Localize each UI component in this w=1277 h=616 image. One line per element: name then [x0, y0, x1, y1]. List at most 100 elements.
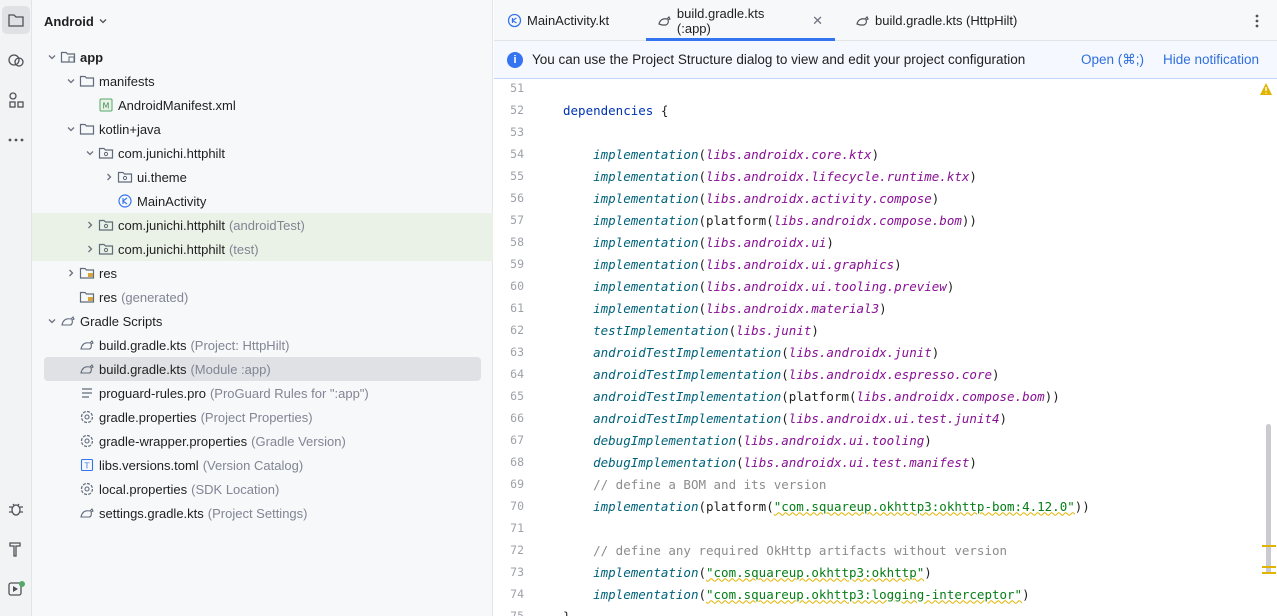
chevron-down-icon[interactable] — [63, 121, 79, 137]
code-token: androidTestImplementation — [593, 366, 782, 382]
code-token: )) — [961, 212, 977, 228]
chevron-right-icon[interactable] — [63, 265, 79, 281]
tree-item[interactable]: settings.gradle.kts (Project Settings) — [32, 501, 493, 525]
tree-item[interactable]: local.properties (SDK Location) — [32, 477, 493, 501]
gradle-icon — [658, 16, 671, 26]
more-options-icon[interactable] — [1247, 11, 1267, 31]
code-token: ) — [894, 256, 902, 272]
code-token: libs.androidx.compose.bom — [856, 388, 1045, 404]
code-line: 52 dependencies { — [494, 99, 1277, 121]
tab-build-gradle-project[interactable]: build.gradle.kts (HttpHilt) — [855, 0, 1017, 41]
warning-marker[interactable] — [1262, 545, 1276, 547]
code-token: ) — [811, 322, 819, 338]
line-number: 58 — [510, 235, 524, 249]
code-token: ( — [781, 344, 789, 360]
tree-item[interactable]: gradle-wrapper.properties (Gradle Version… — [32, 429, 493, 453]
code-line: 75} — [494, 605, 1277, 616]
hide-notification-link[interactable]: Hide notification — [1163, 52, 1259, 67]
tree-item[interactable]: kotlin+java — [32, 117, 493, 141]
code-line: 62 testImplementation(libs.junit) — [494, 319, 1277, 341]
tree-item[interactable]: build.gradle.kts (Project: HttpHilt) — [32, 333, 493, 357]
project-view-selector[interactable]: Android — [44, 11, 108, 31]
code-text: } — [563, 609, 571, 616]
code-token: implementation — [593, 278, 699, 294]
line-number: 66 — [510, 411, 524, 425]
tree-item[interactable]: com.junichi.httphilt — [32, 141, 493, 165]
warning-marker[interactable] — [1262, 566, 1276, 568]
code-token: implementation — [593, 168, 699, 184]
code-line: 65 androidTestImplementation(platform(li… — [494, 385, 1277, 407]
code-token: testImplementation — [593, 322, 729, 338]
code-text: implementation(libs.androidx.ui) — [563, 235, 834, 250]
chevron-down-icon[interactable] — [82, 145, 98, 161]
tree-item-hint: (Project Properties) — [200, 409, 313, 425]
structure-icon[interactable] — [2, 86, 30, 114]
code-token: ) — [826, 234, 834, 250]
warning-icon[interactable] — [1259, 82, 1273, 96]
code-token: ( — [698, 146, 706, 162]
open-project-structure-link[interactable]: Open (⌘;) — [1081, 52, 1144, 68]
tree-item[interactable]: ui.theme — [32, 165, 493, 189]
tab-mainactivity[interactable]: MainActivity.kt — [507, 0, 609, 41]
code-token: ) — [931, 344, 940, 360]
code-editor[interactable]: 51 52 dependencies {53 54 implementation(li… — [494, 79, 1277, 616]
code-line: 61 implementation(libs.androidx.material… — [494, 297, 1277, 319]
tree-item[interactable]: build.gradle.kts (Module :app) — [44, 357, 481, 381]
project-tree: app manifests M AndroidManifest.xml kotlin+j… — [32, 45, 493, 525]
code-text: implementation(platform("com.squareup.ok… — [563, 499, 1090, 514]
code-token: ) — [946, 278, 955, 294]
vertical-scrollbar[interactable] — [1266, 424, 1271, 574]
chevron-right-icon[interactable] — [101, 169, 117, 185]
code-token: libs.androidx.lifecycle.runtime.ktx — [706, 168, 970, 184]
chevron-down-icon[interactable] — [44, 313, 60, 329]
project-folder-icon[interactable] — [2, 6, 30, 34]
line-number: 57 — [510, 213, 524, 227]
tree-item[interactable]: Gradle Scripts — [32, 309, 493, 333]
tab-build-gradle-app[interactable]: build.gradle.kts (:app) ✕ — [646, 0, 835, 41]
tree-item[interactable]: com.junichi.httphilt (test) — [32, 237, 493, 261]
code-text: implementation("com.squareup.okhttp3:log… — [563, 587, 1030, 602]
more-tools-icon[interactable] — [2, 126, 30, 154]
chevron-right-icon[interactable] — [82, 241, 98, 257]
tree-item[interactable]: Tlibs.versions.toml (Version Catalog) — [32, 453, 493, 477]
tree-item[interactable]: com.junichi.httphilt (androidTest) — [32, 213, 493, 237]
code-token: libs.androidx.ui.tooling — [743, 432, 925, 448]
tree-item[interactable]: manifests — [32, 69, 493, 93]
code-line: 60 implementation(libs.androidx.ui.tooli… — [494, 275, 1277, 297]
run-icon[interactable] — [2, 575, 30, 603]
chevron-down-icon[interactable] — [44, 49, 60, 65]
tree-item[interactable]: MainActivity — [32, 189, 493, 213]
line-number: 75 — [510, 609, 524, 616]
tab-label: build.gradle.kts (:app) — [676, 5, 765, 36]
resource-manager-icon[interactable] — [2, 46, 30, 74]
tree-item[interactable]: app — [32, 45, 493, 69]
build-hammer-icon[interactable] — [2, 535, 30, 563]
code-token: debugImplementation — [593, 432, 737, 448]
tree-item-label: manifests — [99, 73, 155, 89]
tree-item[interactable]: res (generated) — [32, 285, 493, 309]
chevron-right-icon[interactable] — [82, 217, 98, 233]
tree-item[interactable]: gradle.properties (Project Properties) — [32, 405, 493, 429]
line-number: 53 — [510, 125, 524, 139]
code-token: libs.junit — [736, 322, 812, 338]
kotlin-class-icon — [507, 13, 522, 28]
debug-bug-icon[interactable] — [2, 495, 30, 523]
code-line: 57 implementation(platform(libs.androidx… — [494, 209, 1277, 231]
warning-marker[interactable] — [1262, 572, 1276, 574]
tree-item[interactable]: M AndroidManifest.xml — [32, 93, 493, 117]
line-number: 64 — [510, 367, 524, 381]
code-token: implementation — [593, 234, 699, 250]
chevron-down-icon[interactable] — [63, 73, 79, 89]
tree-item-label: MainActivity — [137, 193, 207, 209]
close-icon[interactable]: ✕ — [812, 13, 823, 29]
tree-item[interactable]: res — [32, 261, 493, 285]
tree-item[interactable]: proguard-rules.pro (ProGuard Rules for ":… — [32, 381, 493, 405]
tree-item-label: com.junichi.httphilt — [118, 145, 225, 161]
code-token: implementation — [593, 212, 699, 228]
svg-text:M: M — [103, 102, 110, 111]
code-token: )) — [1074, 498, 1090, 514]
tree-item-label: proguard-rules.pro — [99, 385, 206, 401]
